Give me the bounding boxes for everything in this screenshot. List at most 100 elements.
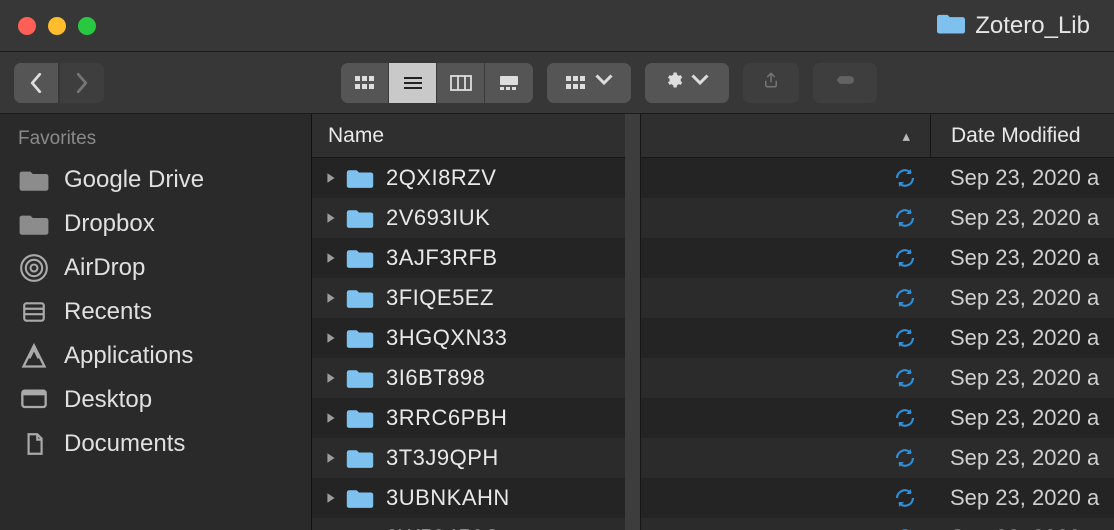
column-date-label: Date Modified bbox=[951, 124, 1081, 148]
sync-status-icon bbox=[880, 287, 930, 309]
recents-icon bbox=[18, 298, 50, 326]
folder-icon bbox=[937, 11, 965, 42]
sync-status-icon bbox=[880, 247, 930, 269]
folder-icon bbox=[346, 367, 380, 389]
back-button[interactable] bbox=[14, 63, 58, 103]
toolbar bbox=[0, 52, 1114, 114]
file-date: Sep 23, 2020 a bbox=[930, 365, 1114, 391]
disclosure-triangle-icon[interactable] bbox=[326, 332, 346, 344]
sync-status-icon bbox=[880, 487, 930, 509]
finder-window: Zotero_Lib bbox=[0, 0, 1114, 530]
view-mode-segment bbox=[341, 63, 533, 103]
sidebar-item-label: Applications bbox=[64, 342, 193, 370]
chevron-down-icon bbox=[691, 71, 709, 94]
column-name-header[interactable]: Name ▴ bbox=[312, 124, 930, 148]
file-date: Sep 23, 2020 bbox=[930, 525, 1114, 530]
file-date: Sep 23, 2020 a bbox=[930, 485, 1114, 511]
tags-button[interactable] bbox=[813, 63, 877, 103]
file-date: Sep 23, 2020 a bbox=[930, 405, 1114, 431]
file-date: Sep 23, 2020 a bbox=[930, 245, 1114, 271]
action-menu-button[interactable] bbox=[645, 63, 729, 103]
column-date-header[interactable]: Date Modified bbox=[930, 114, 1114, 157]
folder-icon bbox=[346, 447, 380, 469]
view-list-button[interactable] bbox=[389, 63, 437, 103]
sidebar-item-applications[interactable]: Applications bbox=[0, 334, 311, 378]
window-title-text: Zotero_Lib bbox=[975, 12, 1090, 40]
sidebar-item-desktop[interactable]: Desktop bbox=[0, 378, 311, 422]
folder-icon bbox=[346, 247, 380, 269]
content-pane: Name ▴ Date Modified 2QXI8RZVSep 23, 202… bbox=[312, 114, 1114, 530]
sidebar-item-label: Documents bbox=[64, 430, 185, 458]
sidebar-item-label: Google Drive bbox=[64, 166, 204, 194]
share-button[interactable] bbox=[743, 63, 799, 103]
sync-status-icon bbox=[880, 367, 930, 389]
body: Favorites Google Drive Dropbox AirDrop R… bbox=[0, 114, 1114, 530]
file-row[interactable]: 2QXI8RZVSep 23, 2020 a bbox=[312, 158, 1114, 198]
file-date: Sep 23, 2020 a bbox=[930, 165, 1114, 191]
file-row[interactable]: 3I6BT898Sep 23, 2020 a bbox=[312, 358, 1114, 398]
disclosure-triangle-icon[interactable] bbox=[326, 252, 346, 264]
gear-icon bbox=[665, 71, 683, 94]
sidebar-item-recents[interactable]: Recents bbox=[0, 290, 311, 334]
folder-icon bbox=[346, 167, 380, 189]
applications-icon bbox=[18, 342, 50, 370]
sidebar-section-label: Favorites bbox=[0, 128, 311, 158]
view-gallery-button[interactable] bbox=[485, 63, 533, 103]
sidebar-item-documents[interactable]: Documents bbox=[0, 422, 311, 466]
close-button[interactable] bbox=[18, 17, 36, 35]
sync-status-icon bbox=[880, 327, 930, 349]
minimize-button[interactable] bbox=[48, 17, 66, 35]
disclosure-triangle-icon[interactable] bbox=[326, 172, 346, 184]
chevron-down-icon bbox=[595, 71, 613, 94]
group-by-button[interactable] bbox=[547, 63, 631, 103]
sidebar-item-label: AirDrop bbox=[64, 254, 145, 282]
folder-icon bbox=[346, 287, 380, 309]
tag-icon bbox=[836, 71, 854, 94]
desktop-icon bbox=[18, 386, 50, 414]
file-row[interactable]: 2V693IUKSep 23, 2020 a bbox=[312, 198, 1114, 238]
folder-icon bbox=[346, 327, 380, 349]
forward-button[interactable] bbox=[60, 63, 104, 103]
file-row[interactable]: 3RRC6PBHSep 23, 2020 a bbox=[312, 398, 1114, 438]
file-row[interactable]: 3UBNKAHNSep 23, 2020 a bbox=[312, 478, 1114, 518]
file-row[interactable]: 3FIQE5EZSep 23, 2020 a bbox=[312, 278, 1114, 318]
disclosure-triangle-icon[interactable] bbox=[326, 212, 346, 224]
file-date: Sep 23, 2020 a bbox=[930, 205, 1114, 231]
share-icon bbox=[762, 71, 780, 94]
sidebar: Favorites Google Drive Dropbox AirDrop R… bbox=[0, 114, 312, 530]
file-list: 2QXI8RZVSep 23, 2020 a2V693IUKSep 23, 20… bbox=[312, 158, 1114, 530]
window-title: Zotero_Lib bbox=[937, 0, 1114, 52]
column-headers: Name ▴ Date Modified bbox=[312, 114, 1114, 158]
folder-icon bbox=[18, 210, 50, 238]
zoom-button[interactable] bbox=[78, 17, 96, 35]
file-row[interactable]: 3HGQXN33Sep 23, 2020 a bbox=[312, 318, 1114, 358]
file-row[interactable]: 3W53456QSep 23, 2020 bbox=[312, 518, 1114, 530]
disclosure-triangle-icon[interactable] bbox=[326, 412, 346, 424]
file-row[interactable]: 3T3J9QPHSep 23, 2020 a bbox=[312, 438, 1114, 478]
sidebar-item-label: Desktop bbox=[64, 386, 152, 414]
disclosure-triangle-icon[interactable] bbox=[326, 452, 346, 464]
view-columns-button[interactable] bbox=[437, 63, 485, 103]
disclosure-triangle-icon[interactable] bbox=[326, 492, 346, 504]
file-row[interactable]: 3AJF3RFBSep 23, 2020 a bbox=[312, 238, 1114, 278]
file-date: Sep 23, 2020 a bbox=[930, 285, 1114, 311]
scroll-gutter[interactable] bbox=[625, 114, 641, 530]
sync-status-icon bbox=[880, 167, 930, 189]
disclosure-triangle-icon[interactable] bbox=[326, 372, 346, 384]
sidebar-item-google-drive[interactable]: Google Drive bbox=[0, 158, 311, 202]
folder-icon bbox=[346, 207, 380, 229]
sidebar-item-label: Recents bbox=[64, 298, 152, 326]
folder-icon bbox=[18, 166, 50, 194]
sort-indicator-icon: ▴ bbox=[902, 127, 910, 145]
sidebar-item-airdrop[interactable]: AirDrop bbox=[0, 246, 311, 290]
sidebar-item-label: Dropbox bbox=[64, 210, 155, 238]
column-name-label: Name bbox=[328, 124, 384, 148]
sync-status-icon bbox=[880, 207, 930, 229]
disclosure-triangle-icon[interactable] bbox=[326, 292, 346, 304]
file-date: Sep 23, 2020 a bbox=[930, 445, 1114, 471]
folder-icon bbox=[346, 407, 380, 429]
titlebar: Zotero_Lib bbox=[0, 0, 1114, 52]
traffic-lights bbox=[0, 17, 96, 35]
sidebar-item-dropbox[interactable]: Dropbox bbox=[0, 202, 311, 246]
view-icons-button[interactable] bbox=[341, 63, 389, 103]
